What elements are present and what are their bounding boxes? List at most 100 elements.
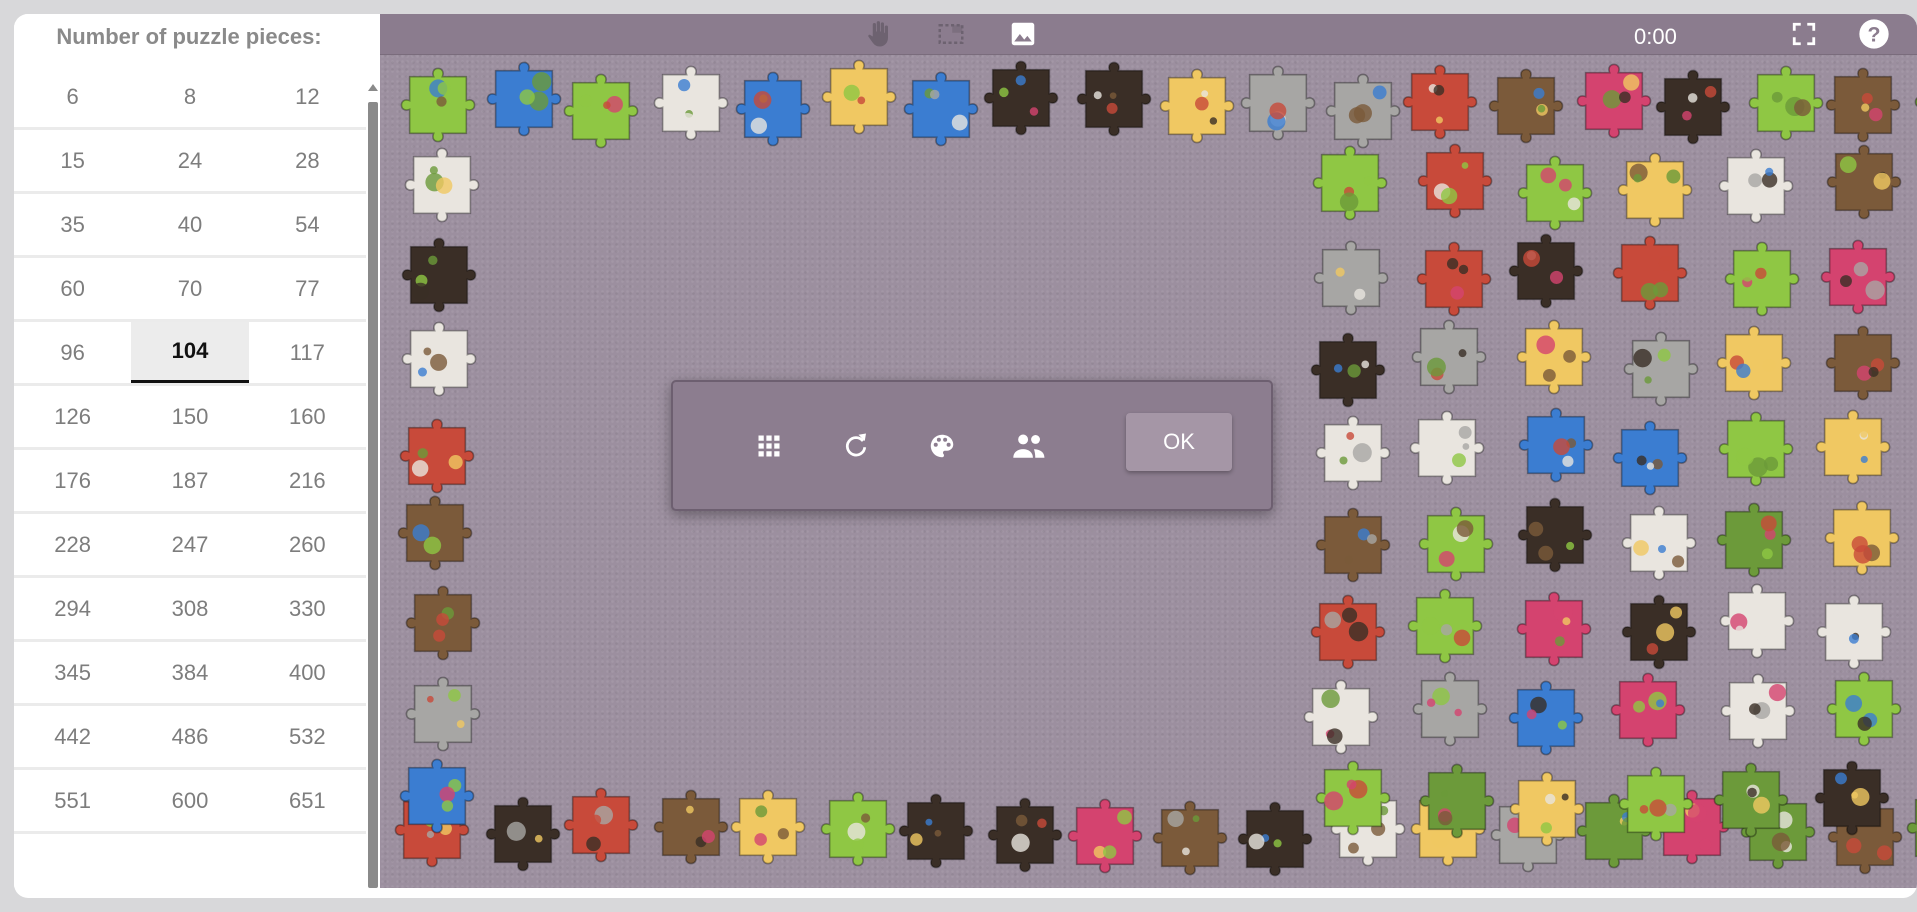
puzzle-piece[interactable] bbox=[1708, 138, 1804, 234]
count-option[interactable]: 8 bbox=[131, 66, 248, 127]
puzzle-piece[interactable] bbox=[1810, 229, 1906, 325]
grid-icon[interactable] bbox=[751, 428, 787, 464]
count-option[interactable]: 442 bbox=[14, 706, 131, 767]
puzzle-piece[interactable] bbox=[1303, 230, 1399, 326]
puzzle-piece[interactable] bbox=[1506, 309, 1602, 405]
count-option[interactable]: 247 bbox=[131, 514, 248, 575]
scrollbar-thumb[interactable] bbox=[368, 102, 378, 888]
puzzle-piece[interactable] bbox=[391, 311, 487, 407]
puzzle-piece[interactable] bbox=[1499, 761, 1595, 857]
count-option[interactable]: 12 bbox=[249, 66, 366, 127]
count-option[interactable]: 330 bbox=[249, 578, 366, 639]
puzzle-piece[interactable] bbox=[1814, 490, 1910, 586]
count-option[interactable]: 28 bbox=[249, 130, 366, 191]
puzzle-piece[interactable] bbox=[1703, 752, 1799, 848]
puzzle-piece[interactable] bbox=[1397, 578, 1493, 674]
count-option[interactable]: 228 bbox=[14, 514, 131, 575]
hand-icon[interactable] bbox=[863, 18, 895, 50]
puzzle-piece[interactable] bbox=[1300, 322, 1396, 418]
puzzle-piece[interactable] bbox=[1611, 495, 1707, 591]
help-icon[interactable]: ? bbox=[1858, 18, 1890, 50]
puzzle-piece[interactable] bbox=[1600, 662, 1696, 758]
puzzle-piece[interactable] bbox=[391, 227, 487, 323]
puzzle-piece[interactable] bbox=[1305, 405, 1401, 501]
rotate-icon[interactable] bbox=[838, 428, 874, 464]
puzzle-piece[interactable] bbox=[1816, 134, 1912, 230]
count-option[interactable]: 345 bbox=[14, 642, 131, 703]
puzzle-piece[interactable] bbox=[1816, 661, 1912, 757]
puzzle-piece[interactable] bbox=[1300, 584, 1396, 680]
puzzle-piece[interactable] bbox=[1402, 661, 1498, 757]
puzzle-piece[interactable] bbox=[1804, 750, 1900, 846]
puzzle-piece[interactable] bbox=[1708, 401, 1804, 497]
puzzle-piece[interactable] bbox=[1714, 231, 1810, 327]
puzzle-piece[interactable] bbox=[553, 63, 649, 159]
puzzle-piece[interactable] bbox=[1607, 142, 1703, 238]
count-option[interactable]: 176 bbox=[14, 450, 131, 511]
count-option[interactable]: 160 bbox=[249, 386, 366, 447]
puzzle-piece[interactable] bbox=[1508, 397, 1604, 493]
puzzle-piece[interactable] bbox=[389, 748, 485, 844]
count-option[interactable]: 294 bbox=[14, 578, 131, 639]
count-option[interactable]: 216 bbox=[249, 450, 366, 511]
puzzle-piece[interactable] bbox=[1305, 497, 1401, 593]
puzzle-piece[interactable] bbox=[1706, 315, 1802, 411]
puzzle-piece[interactable] bbox=[1498, 223, 1594, 319]
ok-button[interactable]: OK bbox=[1126, 413, 1232, 471]
puzzle-piece[interactable] bbox=[1302, 135, 1398, 231]
count-option[interactable]: 551 bbox=[14, 770, 131, 831]
count-option[interactable]: 60 bbox=[14, 258, 131, 319]
count-option[interactable]: 77 bbox=[249, 258, 366, 319]
palette-icon[interactable] bbox=[924, 428, 960, 464]
puzzle-piece[interactable] bbox=[1608, 756, 1704, 852]
count-option[interactable]: 486 bbox=[131, 706, 248, 767]
puzzle-piece[interactable] bbox=[1407, 133, 1503, 229]
count-option[interactable]: 35 bbox=[14, 194, 131, 255]
people-icon[interactable] bbox=[1011, 428, 1047, 464]
selection-box-icon[interactable] bbox=[935, 18, 967, 50]
puzzle-piece[interactable] bbox=[973, 50, 1069, 146]
count-option-selected[interactable]: 104 bbox=[131, 322, 249, 383]
puzzle-piece[interactable] bbox=[1409, 753, 1505, 849]
scroll-up-arrow-icon[interactable] bbox=[368, 84, 378, 91]
count-option[interactable]: 600 bbox=[131, 770, 248, 831]
puzzle-piece[interactable] bbox=[1142, 790, 1238, 886]
count-option[interactable]: 260 bbox=[249, 514, 366, 575]
puzzle-piece[interactable] bbox=[553, 777, 649, 873]
puzzle-piece[interactable] bbox=[1498, 670, 1594, 766]
puzzle-piece[interactable] bbox=[1305, 750, 1401, 846]
puzzle-piece[interactable] bbox=[387, 485, 483, 581]
count-option[interactable]: 24 bbox=[131, 130, 248, 191]
puzzle-piece[interactable] bbox=[1399, 400, 1495, 496]
puzzle-piece[interactable] bbox=[1066, 51, 1162, 147]
count-option[interactable]: 308 bbox=[131, 578, 248, 639]
count-option[interactable]: 187 bbox=[131, 450, 248, 511]
puzzle-piece[interactable] bbox=[1507, 487, 1603, 583]
game-board[interactable]: 0:00 ? OK bbox=[380, 14, 1917, 888]
puzzle-piece[interactable] bbox=[720, 779, 816, 875]
count-option[interactable]: 651 bbox=[249, 770, 366, 831]
puzzle-piece[interactable] bbox=[1805, 399, 1901, 495]
count-option[interactable]: 54 bbox=[249, 194, 366, 255]
count-option[interactable]: 400 bbox=[249, 642, 366, 703]
puzzle-piece[interactable] bbox=[394, 137, 490, 233]
count-option[interactable]: 532 bbox=[249, 706, 366, 767]
puzzle-piece[interactable] bbox=[888, 783, 984, 879]
count-option[interactable]: 96 bbox=[14, 322, 131, 383]
puzzle-piece[interactable] bbox=[1506, 581, 1602, 677]
puzzle-piece[interactable] bbox=[1613, 321, 1709, 417]
puzzle-piece[interactable] bbox=[1709, 573, 1805, 669]
count-option[interactable]: 15 bbox=[14, 130, 131, 191]
count-option[interactable]: 40 bbox=[131, 194, 248, 255]
puzzle-piece[interactable] bbox=[725, 61, 821, 157]
puzzle-piece[interactable] bbox=[1602, 410, 1698, 506]
fullscreen-icon[interactable] bbox=[1788, 18, 1820, 50]
puzzle-piece[interactable] bbox=[1057, 788, 1153, 884]
puzzle-piece[interactable] bbox=[1602, 225, 1698, 321]
count-option[interactable]: 126 bbox=[14, 386, 131, 447]
count-option[interactable]: 384 bbox=[131, 642, 248, 703]
count-option[interactable]: 6 bbox=[14, 66, 131, 127]
puzzle-piece[interactable] bbox=[1815, 315, 1911, 411]
count-option[interactable]: 70 bbox=[131, 258, 248, 319]
image-icon[interactable] bbox=[1007, 18, 1039, 50]
